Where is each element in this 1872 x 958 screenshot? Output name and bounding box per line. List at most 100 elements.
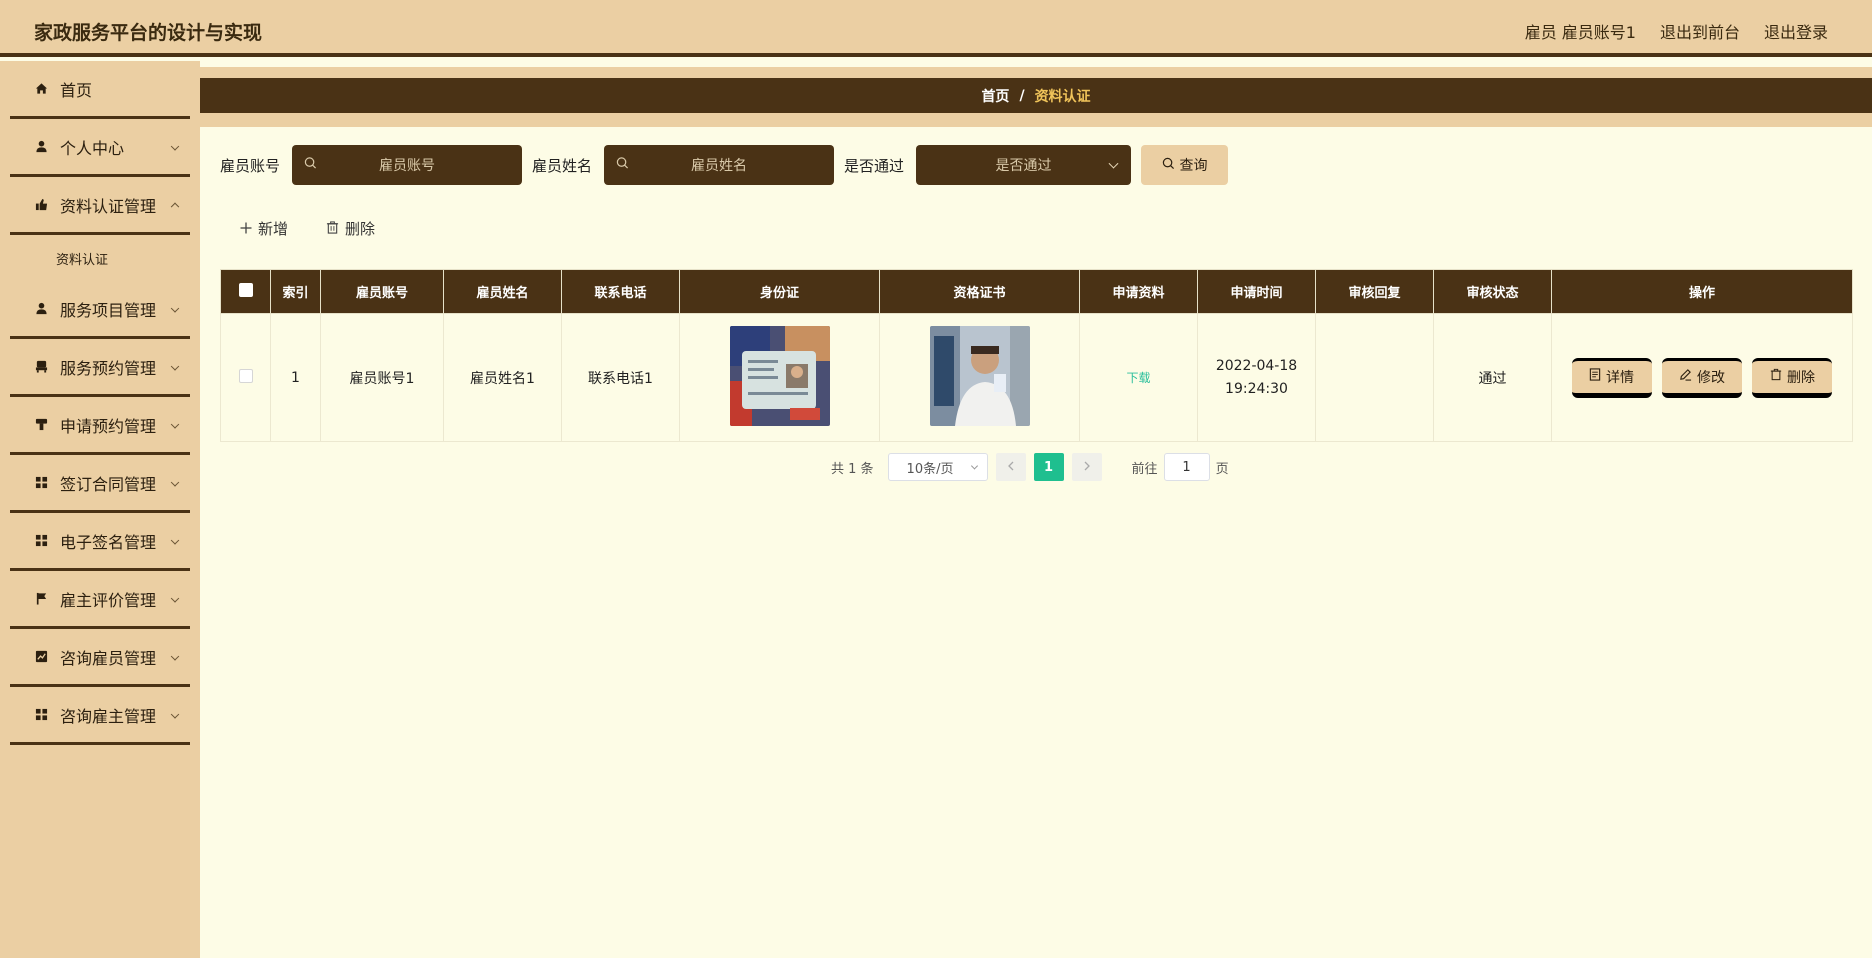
grid-icon bbox=[34, 534, 48, 548]
row-select-cell[interactable] bbox=[220, 313, 271, 442]
flask-icon bbox=[34, 418, 48, 432]
sidebar-item-consult-employer[interactable]: 咨询雇主管理 bbox=[10, 687, 190, 745]
trash-icon bbox=[1770, 368, 1782, 385]
chevron-down-icon bbox=[170, 535, 180, 545]
detail-button[interactable]: 详情 bbox=[1571, 357, 1652, 398]
row-delete-button[interactable]: 删除 bbox=[1752, 357, 1833, 398]
data-table: 索引 雇员账号 雇员姓名 联系电话 身份证 资格证书 申请资料 申请时间 审核回… bbox=[220, 269, 1853, 442]
col-header: 身份证 bbox=[679, 269, 880, 314]
sidebar-item-label: 申请预约管理 bbox=[60, 416, 157, 436]
document-icon bbox=[1589, 368, 1601, 385]
sidebar-item-service-booking[interactable]: 服务预约管理 bbox=[10, 339, 190, 397]
search-icon bbox=[1162, 157, 1175, 174]
select-all-cell[interactable] bbox=[220, 269, 271, 314]
breadcrumb-separator: / bbox=[1019, 87, 1025, 104]
col-header: 审核状态 bbox=[1433, 269, 1552, 314]
chevron-down-icon bbox=[170, 477, 180, 487]
chevron-down-icon bbox=[170, 593, 180, 603]
index-cell: 1 bbox=[270, 313, 321, 442]
query-label: 查询 bbox=[1179, 158, 1208, 174]
search-icon bbox=[304, 157, 317, 174]
select-all-checkbox[interactable] bbox=[238, 282, 253, 297]
sidebar-item-contract-management[interactable]: 签订合同管理 bbox=[10, 455, 190, 513]
page-suffix: 页 bbox=[1215, 461, 1229, 477]
row-checkbox[interactable] bbox=[238, 368, 253, 383]
chevron-down-icon bbox=[970, 462, 978, 470]
home-icon bbox=[34, 82, 48, 96]
sidebar-subitem-credential[interactable]: 资料认证 bbox=[10, 235, 190, 281]
col-header: 操作 bbox=[1551, 269, 1853, 314]
sidebar-item-e-signature[interactable]: 电子签名管理 bbox=[10, 513, 190, 571]
chevron-down-icon bbox=[170, 709, 180, 719]
chart-icon bbox=[34, 650, 48, 664]
sidebar-item-label: 咨询雇员管理 bbox=[60, 648, 157, 668]
account-placeholder: 雇员账号 bbox=[379, 158, 436, 174]
chevron-right-icon bbox=[1083, 460, 1091, 475]
name-placeholder: 雇员姓名 bbox=[691, 158, 748, 174]
pass-select[interactable]: 是否通过 bbox=[916, 145, 1132, 185]
apply-time: 2022-04-18 19:24:30 bbox=[1215, 357, 1298, 397]
sidebar-item-label: 服务预约管理 bbox=[60, 358, 157, 378]
certificate-image[interactable] bbox=[929, 325, 1030, 426]
page-size-select[interactable]: 10条/页 bbox=[887, 453, 988, 481]
user-icon bbox=[34, 302, 48, 316]
time-cell: 2022-04-18 19:24:30 bbox=[1197, 313, 1316, 442]
chevron-down-icon bbox=[170, 651, 180, 661]
sidebar-item-personal-center[interactable]: 个人中心 bbox=[10, 119, 190, 177]
sidebar-item-label: 签订合同管理 bbox=[60, 474, 157, 494]
chair-icon bbox=[34, 360, 48, 374]
app-title: 家政服务平台的设计与实现 bbox=[34, 22, 263, 44]
goto-label: 前往 bbox=[1131, 461, 1158, 477]
table-header-row: 索引 雇员账号 雇员姓名 联系电话 身份证 资格证书 申请资料 申请时间 审核回… bbox=[220, 269, 1853, 314]
material-cell: 下载 bbox=[1079, 313, 1198, 442]
user-icon bbox=[34, 140, 48, 154]
add-button[interactable]: 新增 bbox=[240, 218, 288, 239]
name-label: 雇员姓名 bbox=[532, 156, 593, 175]
sidebar-item-employer-review[interactable]: 雇主评价管理 bbox=[10, 571, 190, 629]
grid-icon bbox=[34, 476, 48, 490]
name-search-input[interactable]: 雇员姓名 bbox=[604, 145, 835, 185]
main-content: 首页 / 资料认证 雇员账号 雇员账号 雇员姓名 雇员姓名 是否通过 是否通过 bbox=[200, 61, 1872, 958]
sidebar-item-label: 电子签名管理 bbox=[60, 532, 157, 552]
edit-button[interactable]: 修改 bbox=[1662, 357, 1742, 398]
page-number-1[interactable]: 1 bbox=[1033, 453, 1064, 481]
reply-cell bbox=[1315, 313, 1434, 442]
next-page-button[interactable] bbox=[1071, 453, 1102, 481]
account-search-input[interactable]: 雇员账号 bbox=[292, 145, 523, 185]
current-user: 雇员 雇员账号1 bbox=[1524, 23, 1636, 42]
sidebar-item-service-items[interactable]: 服务项目管理 bbox=[10, 281, 190, 339]
edit-label: 修改 bbox=[1697, 369, 1725, 386]
sidebar-item-label: 个人中心 bbox=[60, 138, 125, 158]
sidebar-item-apply-booking[interactable]: 申请预约管理 bbox=[10, 397, 190, 455]
search-icon bbox=[616, 157, 629, 174]
exit-to-front-link[interactable]: 退出到前台 bbox=[1660, 19, 1740, 43]
delete-label: 删除 bbox=[1786, 369, 1815, 386]
trash-icon bbox=[326, 220, 339, 238]
chevron-down-icon bbox=[170, 419, 180, 429]
chevron-up-icon bbox=[170, 202, 180, 211]
page-size-value: 10条/页 bbox=[906, 461, 954, 477]
id-card-image[interactable] bbox=[729, 325, 830, 426]
plus-icon bbox=[240, 220, 252, 238]
prev-page-button[interactable] bbox=[995, 453, 1026, 481]
goto-page-input[interactable]: 1 bbox=[1163, 453, 1210, 481]
col-header: 索引 bbox=[270, 269, 321, 314]
sidebar-item-label: 服务项目管理 bbox=[60, 300, 157, 320]
thumb-icon bbox=[34, 198, 48, 212]
top-bar: 家政服务平台的设计与实现 雇员 雇员账号1 退出到前台 退出登录 bbox=[0, 0, 1872, 57]
flag-icon bbox=[34, 592, 48, 606]
breadcrumb-home[interactable]: 首页 bbox=[981, 86, 1009, 106]
delete-label: 删除 bbox=[345, 220, 376, 238]
sidebar-item-label: 咨询雇主管理 bbox=[60, 706, 157, 726]
sidebar-item-consult-employee[interactable]: 咨询雇员管理 bbox=[10, 629, 190, 687]
top-links: 雇员 雇员账号1 退出到前台 退出登录 bbox=[1525, 19, 1828, 43]
sidebar-item-home[interactable]: 首页 bbox=[10, 61, 190, 119]
logout-link[interactable]: 退出登录 bbox=[1764, 19, 1828, 43]
sidebar-item-credential-management[interactable]: 资料认证管理 bbox=[10, 177, 190, 235]
sidebar-item-label: 雇主评价管理 bbox=[60, 590, 157, 610]
operations-cell: 详情 修改 删除 bbox=[1551, 313, 1853, 442]
download-link[interactable]: 下载 bbox=[1126, 371, 1150, 385]
batch-delete-button[interactable]: 删除 bbox=[326, 218, 375, 239]
sidebar-item-label: 首页 bbox=[60, 80, 93, 100]
query-button[interactable]: 查询 bbox=[1141, 145, 1229, 185]
